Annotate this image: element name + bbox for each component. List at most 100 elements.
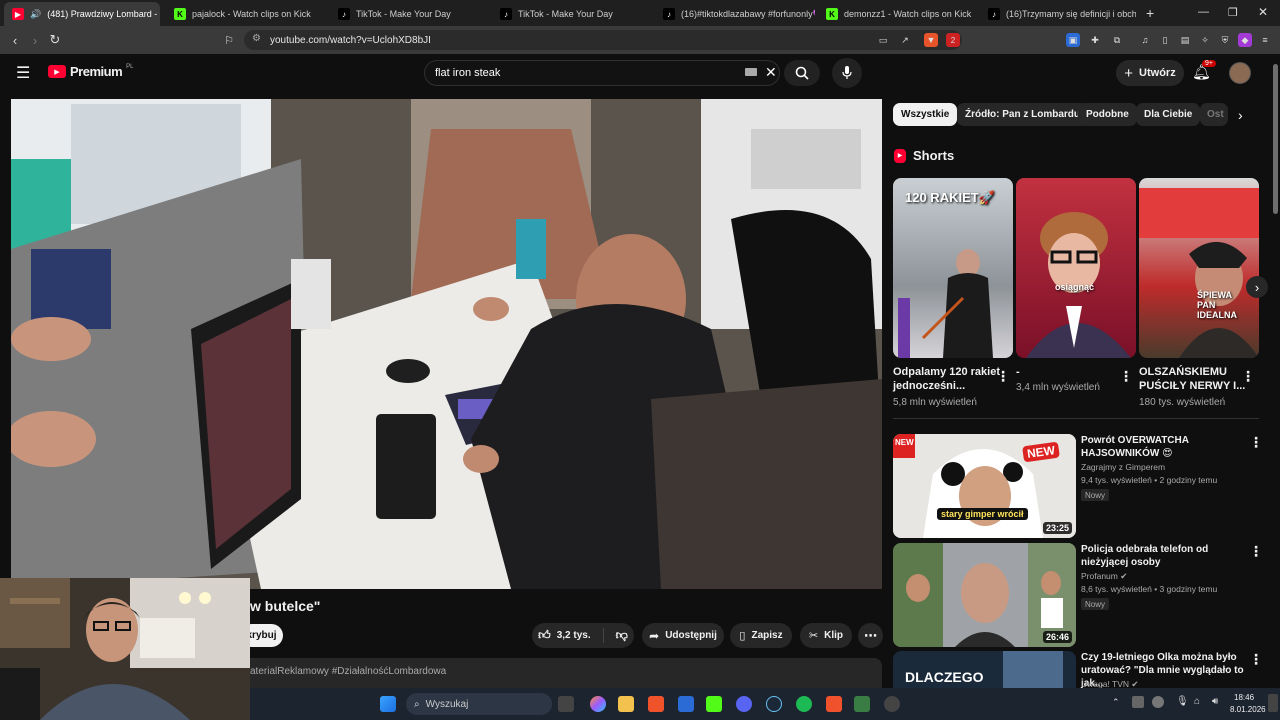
site-info-icon[interactable]: ⚙ bbox=[252, 33, 261, 44]
brave-rewards-icon[interactable]: 2 bbox=[946, 33, 960, 47]
puzzle-icon[interactable]: ✚ bbox=[1088, 33, 1102, 47]
new-tab-button[interactable]: + bbox=[1146, 5, 1154, 21]
dislike-icon[interactable]: 👎︎ bbox=[610, 628, 628, 643]
taskbar-search[interactable]: ⌕ Wyszukaj bbox=[406, 693, 552, 715]
wallet-icon[interactable]: ▤ bbox=[1178, 33, 1192, 47]
create-button[interactable]: + Utwórz bbox=[1116, 60, 1184, 86]
share-icon[interactable]: ↗ bbox=[898, 33, 912, 47]
clock-date[interactable]: 8.01.2026 bbox=[1230, 705, 1266, 714]
extension-icon[interactable]: ⧉ bbox=[1110, 33, 1124, 47]
avatar[interactable] bbox=[1229, 62, 1251, 84]
search-button[interactable] bbox=[784, 60, 820, 86]
brave-shield-icon[interactable]: ▼ bbox=[924, 33, 938, 47]
tray-chevron-icon[interactable]: ⌃ bbox=[1112, 697, 1120, 708]
guide-menu-icon[interactable]: ☰ bbox=[16, 63, 30, 83]
save-button[interactable]: ▯ Zapisz bbox=[730, 623, 792, 648]
video-more-icon[interactable]: ⋮ bbox=[1249, 543, 1263, 559]
tray-icon[interactable] bbox=[1152, 696, 1164, 708]
tab-tiktok-3[interactable]: ♪ (16)#tiktokdlazabawy #forfunonly💜 bbox=[655, 2, 815, 26]
share-button[interactable]: ➦ Udostępnij bbox=[642, 623, 724, 648]
close-window-icon[interactable]: ✕ bbox=[1258, 5, 1268, 19]
like-button[interactable]: 👍︎ 3,2 tys. bbox=[538, 628, 604, 643]
chip-all[interactable]: Wszystkie bbox=[893, 103, 958, 126]
mic-tray-icon[interactable]: 🎙︎ bbox=[1176, 696, 1189, 707]
windows-start-icon[interactable] bbox=[380, 696, 396, 712]
volume-icon[interactable]: 🔊︎ bbox=[1212, 696, 1218, 707]
steam-icon[interactable] bbox=[766, 696, 782, 712]
channel-name[interactable]: Zagrajmy z Gimperem bbox=[1081, 461, 1165, 474]
tab-tiktok-1[interactable]: ♪ TikTok - Make Your Day bbox=[330, 2, 488, 26]
brave-active-icon[interactable] bbox=[826, 696, 842, 712]
scrollbar[interactable] bbox=[1271, 54, 1280, 688]
tray-icon[interactable] bbox=[1132, 696, 1144, 708]
task-view-icon[interactable] bbox=[558, 696, 574, 712]
chip-source[interactable]: Źródło: Pan z Lombardu bbox=[957, 103, 1088, 126]
chip-for-you[interactable]: Dla Ciebie bbox=[1136, 103, 1201, 126]
cast-icon[interactable]: ▭ bbox=[876, 33, 890, 47]
video-thumbnail[interactable]: NEW NEW stary gimper wrócił 23:25 bbox=[893, 434, 1076, 538]
scrollbar-thumb[interactable] bbox=[1273, 64, 1278, 214]
restore-icon[interactable]: ❐ bbox=[1228, 6, 1238, 19]
video-thumbnail[interactable]: DLACZEGO bbox=[893, 651, 1076, 688]
short-title[interactable]: Odpalamy 120 rakiet jednocześni... bbox=[893, 365, 1005, 393]
clear-search-icon[interactable]: ✕ bbox=[765, 64, 777, 81]
chip-related[interactable]: Podobne bbox=[1078, 103, 1137, 126]
reload-icon[interactable]: ↻ bbox=[46, 31, 64, 49]
chip-recent[interactable]: Ost bbox=[1200, 103, 1228, 126]
file-explorer-icon[interactable] bbox=[618, 696, 634, 712]
tab-kick-demonzz[interactable]: K demonzz1 - Watch clips on Kick bbox=[818, 2, 976, 26]
description-box[interactable]: aterialReklamowy #DziałalnośćLombardowa bbox=[240, 658, 882, 688]
music-icon[interactable]: ♫ bbox=[1138, 33, 1152, 47]
notifications-button[interactable]: 🔔︎ 9+ bbox=[1192, 60, 1216, 83]
more-actions-button[interactable]: ⋯ bbox=[858, 623, 883, 648]
kick-icon[interactable] bbox=[706, 696, 722, 712]
forward-icon[interactable]: › bbox=[26, 31, 44, 49]
search-input[interactable]: flat iron steak ✕ bbox=[424, 60, 780, 86]
tab-tiktok-4[interactable]: ♪ (16)Trzymamy się definicji i obchodz bbox=[980, 2, 1136, 26]
spotify-icon[interactable] bbox=[796, 696, 812, 712]
video-more-icon[interactable]: ⋮ bbox=[1249, 651, 1263, 667]
tab-youtube[interactable]: ▶ 🔊 (481) Prawdziwy Lombard - C × bbox=[4, 2, 160, 26]
shorts-next-icon[interactable]: › bbox=[1246, 276, 1268, 298]
back-icon[interactable]: ‹ bbox=[6, 31, 24, 49]
obs-icon[interactable] bbox=[884, 696, 900, 712]
notification-center-icon[interactable] bbox=[1268, 694, 1278, 712]
channel-name[interactable]: Profanum ✔ bbox=[1081, 570, 1127, 583]
video-more-icon[interactable]: ⋮ bbox=[1249, 434, 1263, 450]
copilot-icon[interactable] bbox=[590, 696, 606, 712]
youtube-logo[interactable]: ▶ Premium PL bbox=[48, 64, 133, 79]
short-more-icon[interactable]: ⋮ bbox=[1119, 368, 1133, 384]
short-more-icon[interactable]: ⋮ bbox=[1241, 368, 1255, 384]
clip-button[interactable]: ✂ Klip bbox=[800, 623, 852, 648]
extension-icon[interactable]: ◆ bbox=[1238, 33, 1252, 47]
bookmark-icon[interactable]: ⚐ bbox=[220, 31, 238, 49]
short-more-icon[interactable]: ⋮ bbox=[996, 368, 1010, 384]
short-card[interactable]: ŚPIEWA PAN IDEALNA bbox=[1139, 178, 1259, 358]
menu-icon[interactable]: ≡ bbox=[1258, 33, 1272, 47]
minimize-icon[interactable]: — bbox=[1198, 6, 1209, 18]
app-icon[interactable] bbox=[678, 696, 694, 712]
address-bar[interactable]: ⚙ youtube.com/watch?v=UclohXD8bJI bbox=[244, 30, 962, 50]
video-player[interactable] bbox=[11, 99, 882, 589]
network-icon[interactable]: ⌂ bbox=[1194, 696, 1200, 707]
short-title[interactable]: - bbox=[1016, 365, 1128, 379]
discord-icon[interactable] bbox=[736, 696, 752, 712]
short-card[interactable]: 120 RAKIET🚀 bbox=[893, 178, 1013, 358]
app-icon[interactable] bbox=[854, 696, 870, 712]
keyboard-icon[interactable] bbox=[745, 68, 757, 76]
video-title-link[interactable]: Policja odebrała telefon od nieżyjącej o… bbox=[1081, 543, 1249, 569]
clock-time[interactable]: 18:46 bbox=[1234, 693, 1254, 702]
vpn-icon[interactable]: ⛨ bbox=[1218, 33, 1232, 47]
chips-next-icon[interactable]: › bbox=[1238, 107, 1243, 123]
video-title-link[interactable]: Powrót OVERWATCHA HAJSOWNIKÓW 😍 bbox=[1081, 434, 1249, 460]
sidebar-icon[interactable]: ▯ bbox=[1158, 33, 1172, 47]
short-card[interactable]: osiągnąć bbox=[1016, 178, 1136, 358]
extension-icon[interactable]: ▣ bbox=[1066, 33, 1080, 47]
short-title[interactable]: OLSZAŃSKIEMU PUŚCIŁY NERWY I... bbox=[1139, 365, 1251, 393]
leo-icon[interactable]: ✧ bbox=[1198, 33, 1212, 47]
tab-tiktok-2[interactable]: ♪ TikTok - Make Your Day bbox=[492, 2, 650, 26]
brave-icon[interactable] bbox=[648, 696, 664, 712]
tab-kick-pajalock[interactable]: K pajalock - Watch clips on Kick bbox=[166, 2, 324, 26]
voice-search-button[interactable] bbox=[832, 58, 862, 88]
video-thumbnail[interactable]: 26:46 bbox=[893, 543, 1076, 647]
